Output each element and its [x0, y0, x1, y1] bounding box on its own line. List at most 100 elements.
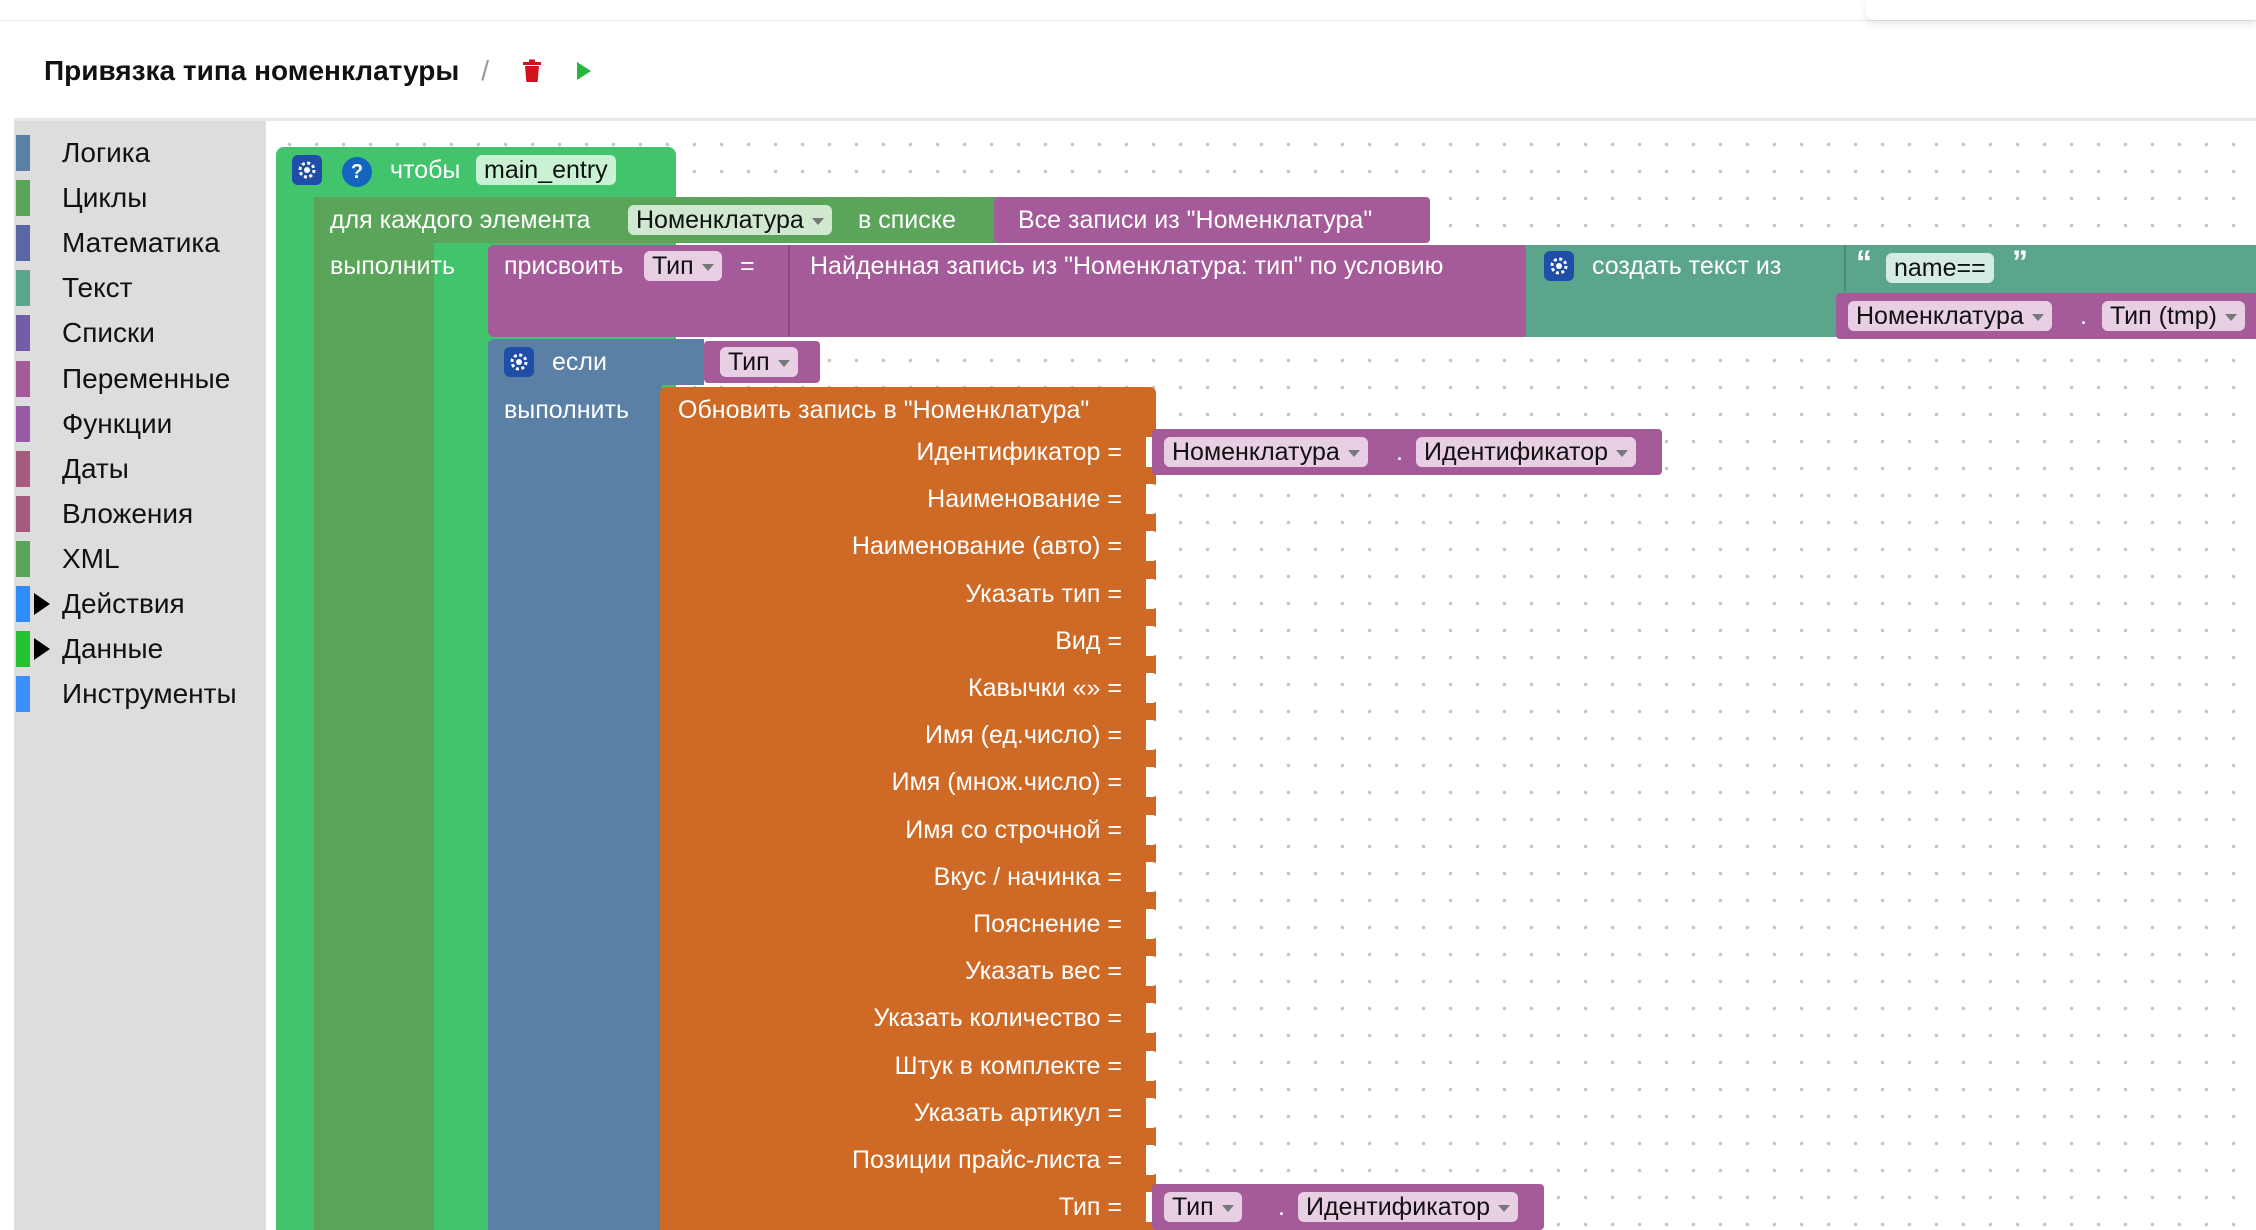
update-field-label: Идентификатор = — [916, 438, 1122, 466]
delete-button[interactable] — [517, 51, 547, 91]
toolbox-category[interactable]: Переменные — [14, 359, 266, 399]
field-ref-obj-dropdown[interactable]: Номенклатура — [1164, 437, 1368, 467]
procedure-prefix: чтобы — [390, 156, 461, 184]
update-field-label: Указать артикул = — [913, 1098, 1122, 1127]
toolbox-panel: Логика Циклы Математика Текст Списки Переменн… — [14, 121, 266, 1230]
input-socket[interactable] — [1146, 578, 1158, 609]
foreach-label: для каждого элемента — [330, 206, 591, 234]
category-label: Логика — [62, 137, 151, 168]
run-button[interactable] — [569, 51, 599, 91]
category-label: Даты — [62, 452, 129, 484]
toolbox-category[interactable]: Циклы — [14, 178, 266, 218]
breadcrumb-separator: / — [481, 55, 490, 86]
procedure-gear-icon[interactable] — [292, 155, 322, 185]
category-label: Переменные — [62, 362, 231, 394]
list-value-label: Все записи из "Номенклатура" — [1018, 206, 1373, 234]
input-socket[interactable] — [1146, 673, 1158, 703]
input-socket[interactable] — [1146, 1050, 1158, 1081]
field-ref-dot: . — [1396, 438, 1403, 466]
create-text-label: создать текст из — [1592, 252, 1782, 280]
if-gear-icon[interactable] — [504, 347, 534, 377]
category-color-swatch — [16, 315, 30, 352]
assign-var-dropdown[interactable]: Тип — [644, 251, 722, 281]
category-color-swatch — [16, 225, 30, 262]
toolbox-category[interactable]: Текст — [14, 268, 266, 308]
blocks-workspace[interactable]: ? чтобы main_entry для каждого элемента … — [266, 121, 2256, 1230]
category-color-swatch — [16, 270, 30, 307]
text-literal-field[interactable]: name== — [1886, 253, 1994, 283]
input-socket[interactable] — [1146, 720, 1158, 751]
category-color-swatch — [16, 540, 30, 577]
trash-icon — [523, 59, 542, 82]
field-ref-field-dropdown[interactable]: Идентификатор — [1298, 1192, 1519, 1223]
input-socket[interactable] — [1146, 767, 1158, 798]
input-socket[interactable] — [1146, 956, 1158, 987]
foreach-var-dropdown[interactable]: Номенклатура — [628, 205, 832, 235]
update-field-label: Имя (множ.число) = — [891, 768, 1122, 797]
toolbox-category[interactable]: Данные — [14, 629, 266, 669]
input-socket[interactable] — [1146, 1097, 1158, 1128]
top-right-panel-shadow — [1866, 0, 2256, 20]
expand-arrow-icon[interactable] — [34, 638, 50, 661]
toolbox-category[interactable]: Действия — [14, 584, 266, 624]
category-color-swatch — [16, 135, 30, 171]
toolbox-category[interactable]: Логика — [14, 133, 266, 173]
update-field-label: Указать количество = — [873, 1004, 1122, 1033]
toolbox-category[interactable]: Даты — [14, 449, 266, 489]
procedure-name-field[interactable]: main_entry — [476, 155, 616, 185]
input-socket[interactable] — [1146, 531, 1158, 562]
foreach-do-label: выполнить — [330, 252, 455, 280]
input-socket[interactable] — [1146, 1145, 1158, 1175]
category-label: Списки — [62, 317, 155, 349]
update-field-label: Пояснение = — [973, 910, 1122, 938]
input-socket[interactable] — [1146, 909, 1158, 939]
update-field-label: Штук в комплекте = — [894, 1051, 1122, 1080]
field-ref-obj-dropdown[interactable]: Тип — [1164, 1192, 1242, 1223]
find-record-label: Найденная запись из "Номенклатура: тип" … — [810, 252, 1444, 280]
expand-arrow-icon[interactable] — [34, 593, 50, 615]
ref-field-dropdown[interactable]: Тип (tmp) — [2102, 301, 2245, 331]
input-socket[interactable] — [1146, 484, 1158, 515]
category-color-swatch — [16, 405, 30, 442]
category-label: Действия — [62, 588, 185, 619]
update-field-label: Указать вес = — [964, 957, 1122, 986]
category-label: Вложения — [62, 497, 194, 529]
update-field-label: Вид = — [1055, 626, 1122, 655]
if-do-label: выполнить — [504, 396, 629, 424]
assign-equals: = — [740, 252, 755, 280]
toolbox-category[interactable]: Вложения — [14, 494, 266, 534]
help-icon[interactable]: ? — [342, 157, 372, 187]
toolbox-category[interactable]: Инструменты — [14, 674, 266, 714]
category-label: Математика — [62, 227, 220, 259]
category-label: Текст — [62, 272, 133, 304]
update-field-label: Кавычки «» = — [968, 674, 1122, 702]
category-label: Данные — [62, 633, 164, 665]
play-icon — [577, 62, 592, 80]
category-color-swatch — [16, 676, 30, 713]
input-socket[interactable] — [1146, 625, 1158, 656]
close-quote-icon: ” — [2012, 244, 2028, 280]
assign-label: присвоить — [504, 252, 624, 280]
toolbox-category[interactable]: XML — [14, 539, 266, 579]
toolbox-category[interactable]: Функции — [14, 404, 266, 444]
update-field-label: Имя со строчной = — [905, 815, 1122, 844]
input-socket[interactable] — [1146, 814, 1158, 845]
ref-dot: . — [2080, 302, 2087, 330]
category-color-swatch — [16, 631, 30, 668]
create-text-gear-icon[interactable] — [1544, 251, 1574, 281]
toolbox-category[interactable]: Списки — [14, 313, 266, 353]
category-label: XML — [62, 542, 120, 574]
category-label: Инструменты — [62, 678, 237, 710]
category-label: Циклы — [62, 182, 148, 214]
update-field-label: Тип = — [1058, 1193, 1122, 1222]
toolbox-category[interactable]: Математика — [14, 223, 266, 263]
field-ref-field-dropdown[interactable]: Идентификатор — [1416, 437, 1637, 467]
input-socket[interactable] — [1146, 1003, 1158, 1034]
ref-obj-dropdown[interactable]: Номенклатура — [1848, 301, 2052, 331]
category-label: Функции — [62, 407, 173, 439]
open-quote-icon: “ — [1856, 244, 1872, 280]
update-field-label: Наименование = — [927, 485, 1122, 514]
if-label: если — [552, 348, 607, 376]
if-condition-dropdown[interactable]: Тип — [720, 347, 798, 377]
input-socket[interactable] — [1146, 861, 1158, 892]
